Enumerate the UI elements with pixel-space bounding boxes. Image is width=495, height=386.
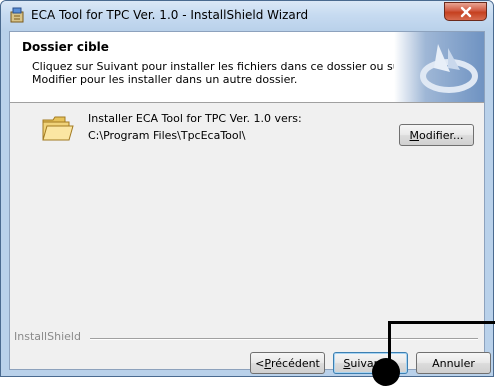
close-icon <box>460 6 471 17</box>
back-prefix: < <box>255 356 265 370</box>
annotation-marker <box>372 358 400 386</box>
installshield-brand: InstallShield <box>14 330 81 343</box>
window-title: ECA Tool for TPC Ver. 1.0 - InstallShiel… <box>31 8 309 22</box>
footer-divider <box>90 338 478 340</box>
modifier-button[interactable]: Modifier... <box>399 124 474 146</box>
cancel-button[interactable]: Annuler <box>416 352 491 374</box>
wizard-banner: Dossier cible Cliquez sur Suivant pour i… <box>10 32 484 103</box>
install-destination-label: Installer ECA Tool for TPC Ver. 1.0 vers… <box>88 112 302 125</box>
folder-icon <box>42 116 74 141</box>
close-button[interactable] <box>444 2 487 21</box>
back-accel: P <box>264 356 271 370</box>
modifier-label: odifier... <box>419 128 464 142</box>
modifier-accel: M <box>409 128 420 142</box>
install-destination-path: C:\Program Files\TpcEcaTool\ <box>88 129 246 142</box>
cancel-label: Annuler <box>432 356 475 370</box>
back-button[interactable]: < Précédent <box>250 352 325 374</box>
banner-title: Dossier cible <box>22 40 109 54</box>
installer-icon <box>10 7 24 23</box>
title-bar[interactable]: ECA Tool for TPC Ver. 1.0 - InstallShiel… <box>1 1 493 31</box>
next-accel: S <box>343 356 351 370</box>
installshield-logo-icon <box>394 32 484 102</box>
wizard-body: Dossier cible Cliquez sur Suivant pour i… <box>9 31 491 374</box>
back-label: récédent <box>270 356 320 370</box>
banner-description: Cliquez sur Suivant pour installer les f… <box>32 60 405 86</box>
annotation-line-horizontal <box>388 321 495 324</box>
